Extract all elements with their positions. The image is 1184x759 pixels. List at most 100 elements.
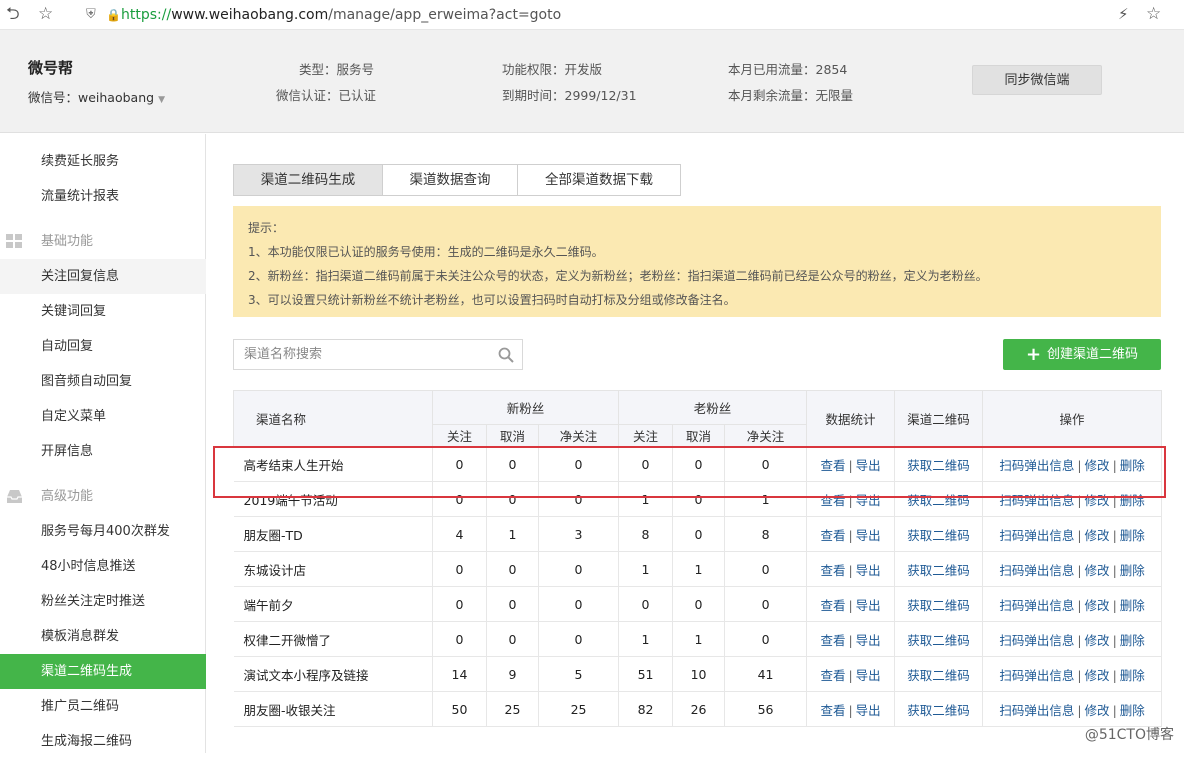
sidebar-item-splash-info[interactable]: 开屏信息	[0, 434, 206, 469]
get-qrcode-link[interactable]: 获取二维码	[907, 598, 970, 613]
get-qrcode-link[interactable]: 获取二维码	[907, 563, 970, 578]
delete-link[interactable]: 删除	[1120, 668, 1145, 683]
notice-line-2: 2、新粉丝：指扫渠道二维码前属于未关注公众号的状态，定义为新粉丝；老粉丝：指扫渠…	[248, 269, 988, 283]
edit-link[interactable]: 修改	[1085, 458, 1110, 473]
edit-link[interactable]: 修改	[1085, 703, 1110, 718]
table-row: 朋友圈-收银关注 50 25 25 82 26 56 查看 | 导出 获取二维码 扫码弹出信息 | 修改 |…	[233, 691, 1163, 727]
sidebar-item-keyword-reply[interactable]: 关键词回复	[0, 294, 206, 329]
delete-link[interactable]: 删除	[1120, 528, 1145, 543]
qrcode-cell: 获取二维码	[894, 691, 984, 727]
edit-link[interactable]: 修改	[1085, 493, 1110, 508]
tab-all-data-download[interactable]: 全部渠道数据下载	[517, 164, 681, 196]
edit-link[interactable]: 修改	[1085, 598, 1110, 613]
scan-popup-link[interactable]: 扫码弹出信息	[999, 528, 1074, 543]
delete-link[interactable]: 删除	[1120, 563, 1145, 578]
separator: |	[1077, 632, 1082, 648]
export-link[interactable]: 导出	[856, 703, 881, 718]
channel-name-cell: 朋友圈-TD	[233, 516, 433, 552]
scan-popup-link[interactable]: 扫码弹出信息	[999, 493, 1074, 508]
sidebar-group-basic: 基础功能	[0, 224, 206, 259]
separator: |	[1077, 492, 1082, 508]
favorite-star-icon[interactable]: ☆	[1146, 4, 1161, 24]
separator: |	[848, 702, 853, 718]
sync-wechat-button[interactable]: 同步微信端	[972, 65, 1102, 95]
scan-popup-link[interactable]: 扫码弹出信息	[999, 668, 1074, 683]
view-link[interactable]: 查看	[820, 528, 845, 543]
export-link[interactable]: 导出	[856, 493, 881, 508]
bookmark-star-icon[interactable]: ☆	[38, 4, 53, 24]
new-follow-cell: 50	[432, 691, 487, 727]
header-new-cancel: 取消	[486, 424, 539, 447]
header-old-follow: 关注	[618, 424, 674, 447]
table-row: 朋友圈-TD 4 1 3 8 0 8 查看 | 导出 获取二维码 扫码弹出信息 | 修改 | 删除	[233, 516, 1163, 552]
view-link[interactable]: 查看	[820, 493, 845, 508]
export-link[interactable]: 导出	[856, 458, 881, 473]
get-qrcode-link[interactable]: 获取二维码	[907, 528, 970, 543]
view-link[interactable]: 查看	[820, 703, 845, 718]
delete-link[interactable]: 删除	[1120, 703, 1145, 718]
get-qrcode-link[interactable]: 获取二维码	[907, 633, 970, 648]
edit-link[interactable]: 修改	[1085, 528, 1110, 543]
get-qrcode-link[interactable]: 获取二维码	[907, 703, 970, 718]
get-qrcode-link[interactable]: 获取二维码	[907, 493, 970, 508]
search-icon[interactable]	[498, 347, 514, 363]
delete-link[interactable]: 删除	[1120, 458, 1145, 473]
sidebar-group-label: 基础功能	[41, 234, 94, 249]
sidebar-item-timed-push[interactable]: 粉丝关注定时推送	[0, 584, 206, 619]
scan-popup-link[interactable]: 扫码弹出信息	[999, 633, 1074, 648]
operations-cell: 扫码弹出信息 | 修改 | 删除	[982, 586, 1163, 622]
view-link[interactable]: 查看	[820, 668, 845, 683]
view-link[interactable]: 查看	[820, 563, 845, 578]
sidebar-item-custom-menu[interactable]: 自定义菜单	[0, 399, 206, 434]
address-bar[interactable]: https://www.weihaobang.com/manage/app_er…	[121, 5, 561, 25]
delete-link[interactable]: 删除	[1120, 598, 1145, 613]
new-follow-cell: 14	[432, 656, 487, 692]
new-net-cell: 0	[538, 481, 620, 517]
create-channel-qrcode-button[interactable]: + 创建渠道二维码	[1003, 339, 1161, 370]
back-icon[interactable]: ⮌	[6, 4, 20, 24]
permission-level: 功能权限：开发版	[502, 62, 603, 77]
sidebar-item-traffic-report[interactable]: 流量统计报表	[0, 179, 206, 214]
lightning-icon[interactable]: ⚡	[1118, 4, 1129, 24]
scan-popup-link[interactable]: 扫码弹出信息	[999, 458, 1074, 473]
sidebar-item-promoter-qrcode[interactable]: 推广员二维码	[0, 689, 206, 724]
sidebar-item-monthly-broadcast[interactable]: 服务号每月400次群发	[0, 514, 206, 549]
delete-link[interactable]: 删除	[1120, 493, 1145, 508]
table-row: 2019端午节活动 0 0 0 1 0 1 查看 | 导出 获取二维码 扫码弹出信息 | 修改 | 删除	[233, 481, 1163, 517]
sidebar-item-renew[interactable]: 续费延长服务	[0, 144, 206, 179]
scan-popup-link[interactable]: 扫码弹出信息	[999, 598, 1074, 613]
new-cancel-cell: 1	[486, 516, 539, 552]
sidebar-item-auto-reply[interactable]: 自动回复	[0, 329, 206, 364]
sidebar-group-advanced: 高级功能	[0, 479, 206, 514]
sidebar-item-48h-push[interactable]: 48小时信息推送	[0, 549, 206, 584]
sidebar-item-poster-qrcode[interactable]: 生成海报二维码	[0, 724, 206, 759]
get-qrcode-link[interactable]: 获取二维码	[907, 668, 970, 683]
sidebar-item-template-broadcast[interactable]: 模板消息群发	[0, 619, 206, 654]
edit-link[interactable]: 修改	[1085, 563, 1110, 578]
edit-link[interactable]: 修改	[1085, 633, 1110, 648]
scan-popup-link[interactable]: 扫码弹出信息	[999, 563, 1074, 578]
chevron-down-icon: ▼	[158, 95, 165, 105]
edit-link[interactable]: 修改	[1085, 668, 1110, 683]
wechat-id[interactable]: 微信号：weihaobang ▼	[28, 87, 165, 106]
export-link[interactable]: 导出	[856, 563, 881, 578]
qrcode-cell: 获取二维码	[894, 551, 984, 587]
tab-channel-qrcode[interactable]: 渠道二维码生成	[233, 164, 383, 196]
sidebar-item-channel-qrcode[interactable]: 渠道二维码生成	[0, 654, 206, 689]
scan-popup-link[interactable]: 扫码弹出信息	[999, 703, 1074, 718]
old-net-cell: 0	[724, 621, 808, 657]
view-link[interactable]: 查看	[820, 458, 845, 473]
tab-channel-data-query[interactable]: 渠道数据查询	[382, 164, 518, 196]
export-link[interactable]: 导出	[856, 528, 881, 543]
sidebar-item-media-auto-reply[interactable]: 图音频自动回复	[0, 364, 206, 399]
channel-search-input[interactable]	[234, 340, 474, 369]
get-qrcode-link[interactable]: 获取二维码	[907, 458, 970, 473]
export-link[interactable]: 导出	[856, 598, 881, 613]
export-link[interactable]: 导出	[856, 668, 881, 683]
header-new-follow: 关注	[432, 424, 487, 447]
sidebar-item-follow-reply[interactable]: 关注回复信息	[0, 259, 206, 294]
view-link[interactable]: 查看	[820, 598, 845, 613]
view-link[interactable]: 查看	[820, 633, 845, 648]
export-link[interactable]: 导出	[856, 633, 881, 648]
delete-link[interactable]: 删除	[1120, 633, 1145, 648]
